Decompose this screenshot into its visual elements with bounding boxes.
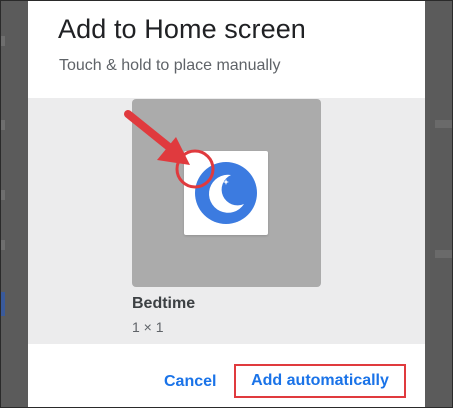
backdrop-item — [0, 120, 5, 130]
widget-preview[interactable] — [132, 99, 321, 287]
cancel-button[interactable]: Cancel — [164, 374, 216, 390]
app-icon-card — [184, 151, 268, 235]
backdrop-item — [0, 36, 5, 46]
backdrop-item — [0, 292, 5, 316]
backdrop-item — [0, 240, 5, 250]
widget-name: Bedtime — [132, 295, 196, 312]
add-automatically-button[interactable]: Add automatically — [234, 364, 406, 398]
widget-size: 1 × 1 — [132, 319, 164, 335]
add-to-home-dialog: Add to Home screen Touch & hold to place… — [28, 0, 425, 408]
backdrop-item — [0, 190, 5, 200]
dialog-title: Add to Home screen — [58, 14, 306, 44]
backdrop-item — [435, 250, 453, 258]
widget-preview-area: Bedtime 1 × 1 — [28, 98, 425, 344]
backdrop-item — [435, 120, 453, 128]
moon-icon — [195, 162, 257, 224]
dialog-subtitle: Touch & hold to place manually — [59, 57, 281, 74]
